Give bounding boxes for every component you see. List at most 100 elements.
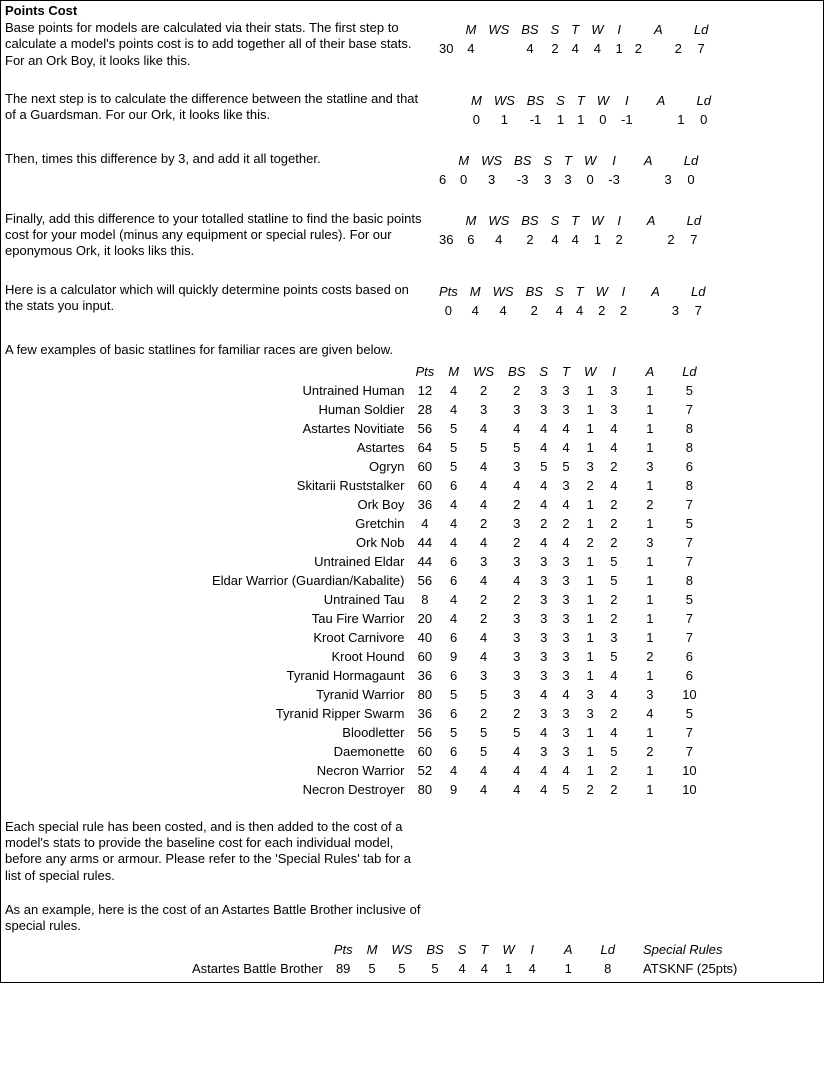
cell: 1 xyxy=(639,780,662,799)
cell: 4 xyxy=(603,438,624,457)
col-i: I xyxy=(602,151,626,170)
row-label: Ogryn xyxy=(205,457,408,476)
cell: 3 xyxy=(501,609,532,628)
cell: 4 xyxy=(555,533,577,552)
cell: 4 xyxy=(441,590,466,609)
cell: 3 xyxy=(466,666,501,685)
step1-desc: Base points for models are calculated vi… xyxy=(5,20,425,69)
cell: 4 xyxy=(466,419,501,438)
cell: 2 xyxy=(577,533,603,552)
cell: 4 xyxy=(466,533,501,552)
cell: 1 xyxy=(577,742,603,761)
cell: 0 xyxy=(678,170,704,189)
cell[interactable]: 7 xyxy=(685,301,711,320)
spacer xyxy=(661,761,675,780)
cell: 4 xyxy=(603,666,624,685)
col-ld: Ld xyxy=(691,91,717,110)
table-row: Untrained Eldar44633331517 xyxy=(205,552,704,571)
cell: 12 xyxy=(408,381,441,400)
cell: 2 xyxy=(603,514,624,533)
cell: 2 xyxy=(501,381,532,400)
cell: 1 xyxy=(577,381,603,400)
cell: 5 xyxy=(555,457,577,476)
cell[interactable]: 2 xyxy=(614,301,633,320)
cell: 2 xyxy=(603,780,624,799)
cell: 3 xyxy=(532,742,555,761)
cell: 3 xyxy=(532,571,555,590)
cell: 3 xyxy=(639,457,662,476)
cell: 4 xyxy=(466,457,501,476)
col-ws: WS xyxy=(487,282,520,301)
cell: 2 xyxy=(577,476,603,495)
col-ws: WS xyxy=(482,20,515,39)
cell: 6 xyxy=(433,170,452,189)
step3-row: 6 0 3 -3 3 3 0 -3 3 0 xyxy=(433,170,704,189)
special-rules-para: Each special rule has been costed, and i… xyxy=(5,819,425,884)
col-w: W xyxy=(591,91,615,110)
cell: 1 xyxy=(571,110,591,129)
cell: 5 xyxy=(466,438,501,457)
spacer xyxy=(625,685,639,704)
cell[interactable]: 4 xyxy=(487,301,520,320)
cell: 1 xyxy=(639,381,662,400)
cell: 3 xyxy=(555,723,577,742)
cell: 2 xyxy=(515,230,544,249)
cell: 3 xyxy=(532,609,555,628)
cell: 1 xyxy=(557,959,580,978)
spacer xyxy=(625,704,639,723)
cell: 1 xyxy=(577,590,603,609)
cell: 5 xyxy=(466,685,501,704)
cell: 1 xyxy=(577,552,603,571)
cell: 3 xyxy=(501,457,532,476)
cell: 1 xyxy=(639,438,662,457)
cell: 0 xyxy=(691,110,717,129)
cell: 7 xyxy=(675,495,703,514)
cell: 1 xyxy=(577,761,603,780)
spacer xyxy=(625,495,639,514)
cell[interactable]: 4 xyxy=(570,301,590,320)
spacer xyxy=(625,723,639,742)
cell[interactable]: 4 xyxy=(549,301,570,320)
cell: 3 xyxy=(603,381,624,400)
spacer xyxy=(625,476,639,495)
cell: 4 xyxy=(408,514,441,533)
table-row: Astartes Novitiate56544441418 xyxy=(205,419,704,438)
cell: 4 xyxy=(501,742,532,761)
cell: 5 xyxy=(603,647,624,666)
cell[interactable]: 2 xyxy=(590,301,614,320)
cell: 3 xyxy=(603,628,624,647)
cell[interactable] xyxy=(633,301,645,320)
row-label: Bloodletter xyxy=(205,723,408,742)
col-a: A xyxy=(651,91,672,110)
cell[interactable]: 2 xyxy=(520,301,549,320)
cell: 4 xyxy=(545,230,566,249)
cell: 4 xyxy=(473,959,495,978)
cell: 2 xyxy=(501,533,532,552)
spacer xyxy=(661,780,675,799)
calc-desc: Here is a calculator which will quickly … xyxy=(5,282,425,315)
col-s: S xyxy=(451,940,474,959)
cell: 2 xyxy=(555,514,577,533)
cell: 3 xyxy=(555,628,577,647)
cell: 2 xyxy=(639,742,662,761)
cell: 1 xyxy=(639,419,662,438)
row-label: Untrained Eldar xyxy=(205,552,408,571)
cell: 3 xyxy=(475,170,508,189)
cell: 6 xyxy=(441,666,466,685)
cell: -3 xyxy=(602,170,626,189)
cell: 3 xyxy=(532,628,555,647)
table-row: Kroot Carnivore40643331317 xyxy=(205,628,704,647)
cell: 5 xyxy=(675,704,703,723)
cell: 3 xyxy=(555,704,577,723)
col-m: M xyxy=(464,282,487,301)
cell[interactable]: 3 xyxy=(666,301,685,320)
step3-table: M WS BS S T W I A Ld 6 0 3 -3 3 3 0 -3 xyxy=(433,151,704,189)
cell: 3 xyxy=(532,666,555,685)
cell[interactable]: 4 xyxy=(464,301,487,320)
cell: 4 xyxy=(501,476,532,495)
step2-desc: The next step is to calculate the differ… xyxy=(5,91,425,124)
cell: 52 xyxy=(408,761,441,780)
cell: 2 xyxy=(639,647,662,666)
cell: 3 xyxy=(639,533,662,552)
table-row: Ogryn60543553236 xyxy=(205,457,704,476)
